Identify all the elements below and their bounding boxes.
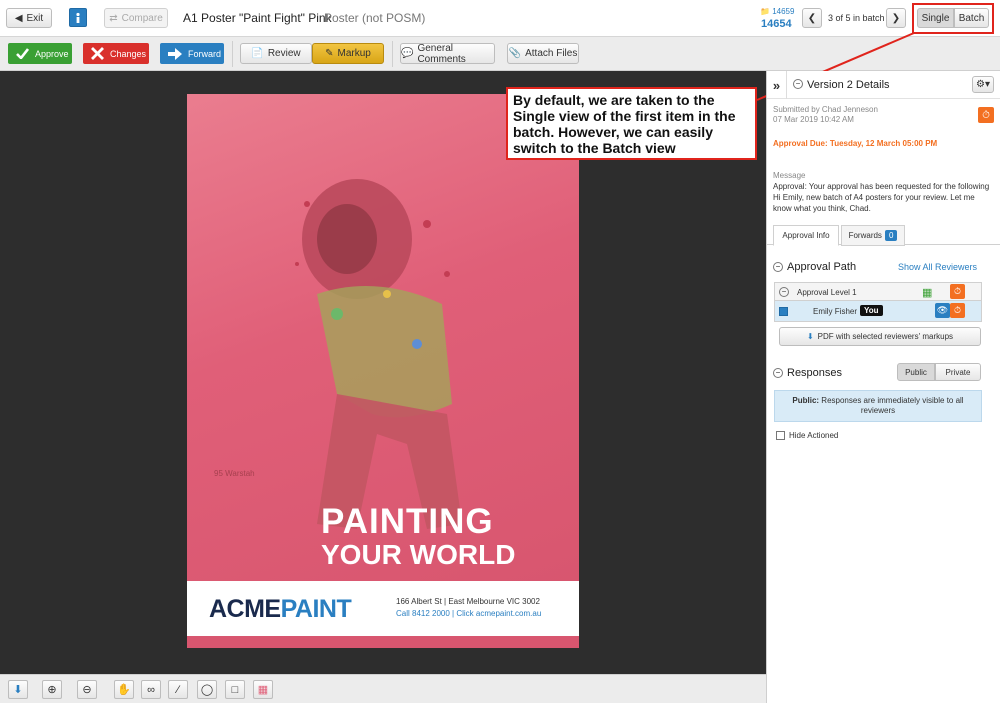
lasso-tool-button[interactable]: ◯	[197, 680, 217, 699]
submitted-date: 07 Mar 2019 10:42 AM	[773, 115, 854, 124]
line-icon: ∕	[177, 683, 179, 696]
canvas-tools-bar: ⬇ ⊕ ⊖ ✋ ∞ ∕ ◯ □ ▦	[0, 674, 766, 703]
hide-actioned-toggle[interactable]: Hide Actioned	[776, 431, 838, 440]
hide-actioned-checkbox[interactable]	[776, 431, 785, 440]
submitted-by: Submitted by Chad Jenneson	[773, 105, 878, 114]
download-arrow-icon: ⬇	[13, 684, 23, 696]
panel-header: » − Version 2 Details ⚙▾	[767, 71, 1000, 99]
approval-level-label: Approval Level 1	[797, 288, 857, 297]
freehand-icon: ∞	[147, 683, 155, 696]
forwards-count-badge: 0	[884, 230, 898, 241]
pending-level-icon: ⏱	[950, 284, 965, 299]
zoom-in-button[interactable]: ⊕	[42, 680, 62, 699]
approval-level-row: − Approval Level 1 ▦ ⏱	[774, 282, 982, 301]
zoom-in-icon: ⊕	[47, 684, 57, 696]
responses-header[interactable]: − Responses	[773, 367, 842, 379]
pan-tool-button[interactable]: ✋	[114, 680, 134, 699]
pending-reviewer-icon: ⏱	[950, 303, 965, 318]
tab-approval-info[interactable]: Approval Info	[773, 225, 839, 246]
gear-icon: ⚙▾	[976, 79, 990, 90]
collapse-section-icon[interactable]: −	[793, 79, 803, 89]
collapse-level-icon[interactable]: −	[779, 287, 789, 297]
zoom-out-icon: ⊖	[82, 684, 92, 696]
message-body: Approval: Your approval has been request…	[773, 182, 990, 213]
download-arrow-icon: ⬇	[806, 332, 814, 341]
collapse-section-icon: −	[773, 262, 783, 272]
version-title: Version 2 Details	[807, 79, 890, 91]
lasso-icon: ◯	[200, 684, 214, 696]
download-button[interactable]: ⬇	[8, 680, 28, 699]
pdf-markups-button[interactable]: ⬇ PDF with selected reviewers' markups	[779, 327, 981, 346]
line-tool-button[interactable]: ∕	[168, 680, 188, 699]
color-picker-button[interactable]: ▦	[253, 680, 273, 699]
settings-menu-button[interactable]: ⚙▾	[972, 76, 994, 93]
palette-icon: ▦	[257, 684, 269, 696]
you-tag: You	[860, 305, 883, 316]
tab-forwards[interactable]: Forwards 0	[841, 225, 905, 246]
public-responses-button[interactable]: Public	[897, 363, 935, 381]
double-chevron-right-icon: »	[772, 77, 781, 93]
pending-status-icon: ⏱	[978, 107, 994, 123]
freehand-tool-button[interactable]: ∞	[141, 680, 161, 699]
public-responses-note: Public: Responses are immediately visibl…	[774, 390, 982, 422]
panel-tabs: Approval Info Forwards 0	[767, 223, 1000, 246]
hand-icon: ✋	[117, 684, 131, 696]
eye-icon[interactable]: 👁	[935, 303, 950, 318]
reviewer-checkbox[interactable]	[779, 307, 788, 316]
annotation-callout: By default, we are taken to the Single v…	[506, 87, 757, 160]
approval-due: Approval Due: Tuesday, 12 March 05:00 PM	[773, 139, 938, 148]
private-responses-button[interactable]: Private	[935, 363, 981, 381]
collapse-panel-button[interactable]: »	[767, 71, 787, 99]
details-panel: » − Version 2 Details ⚙▾ Submitted by Ch…	[766, 71, 1000, 703]
group-icon: ▦	[922, 287, 933, 299]
approval-path-header[interactable]: − Approval Path	[773, 261, 856, 273]
zoom-out-button[interactable]: ⊖	[77, 680, 97, 699]
reviewer-name: Emily Fisher	[813, 307, 858, 316]
reviewer-row[interactable]: Emily Fisher You 👁 ⏱	[774, 301, 982, 322]
collapse-section-icon: −	[773, 368, 783, 378]
rectangle-tool-button[interactable]: □	[225, 680, 245, 699]
message-label: Message	[773, 171, 806, 180]
rectangle-icon: □	[231, 683, 239, 696]
show-all-reviewers-link[interactable]: Show All Reviewers	[898, 262, 977, 272]
